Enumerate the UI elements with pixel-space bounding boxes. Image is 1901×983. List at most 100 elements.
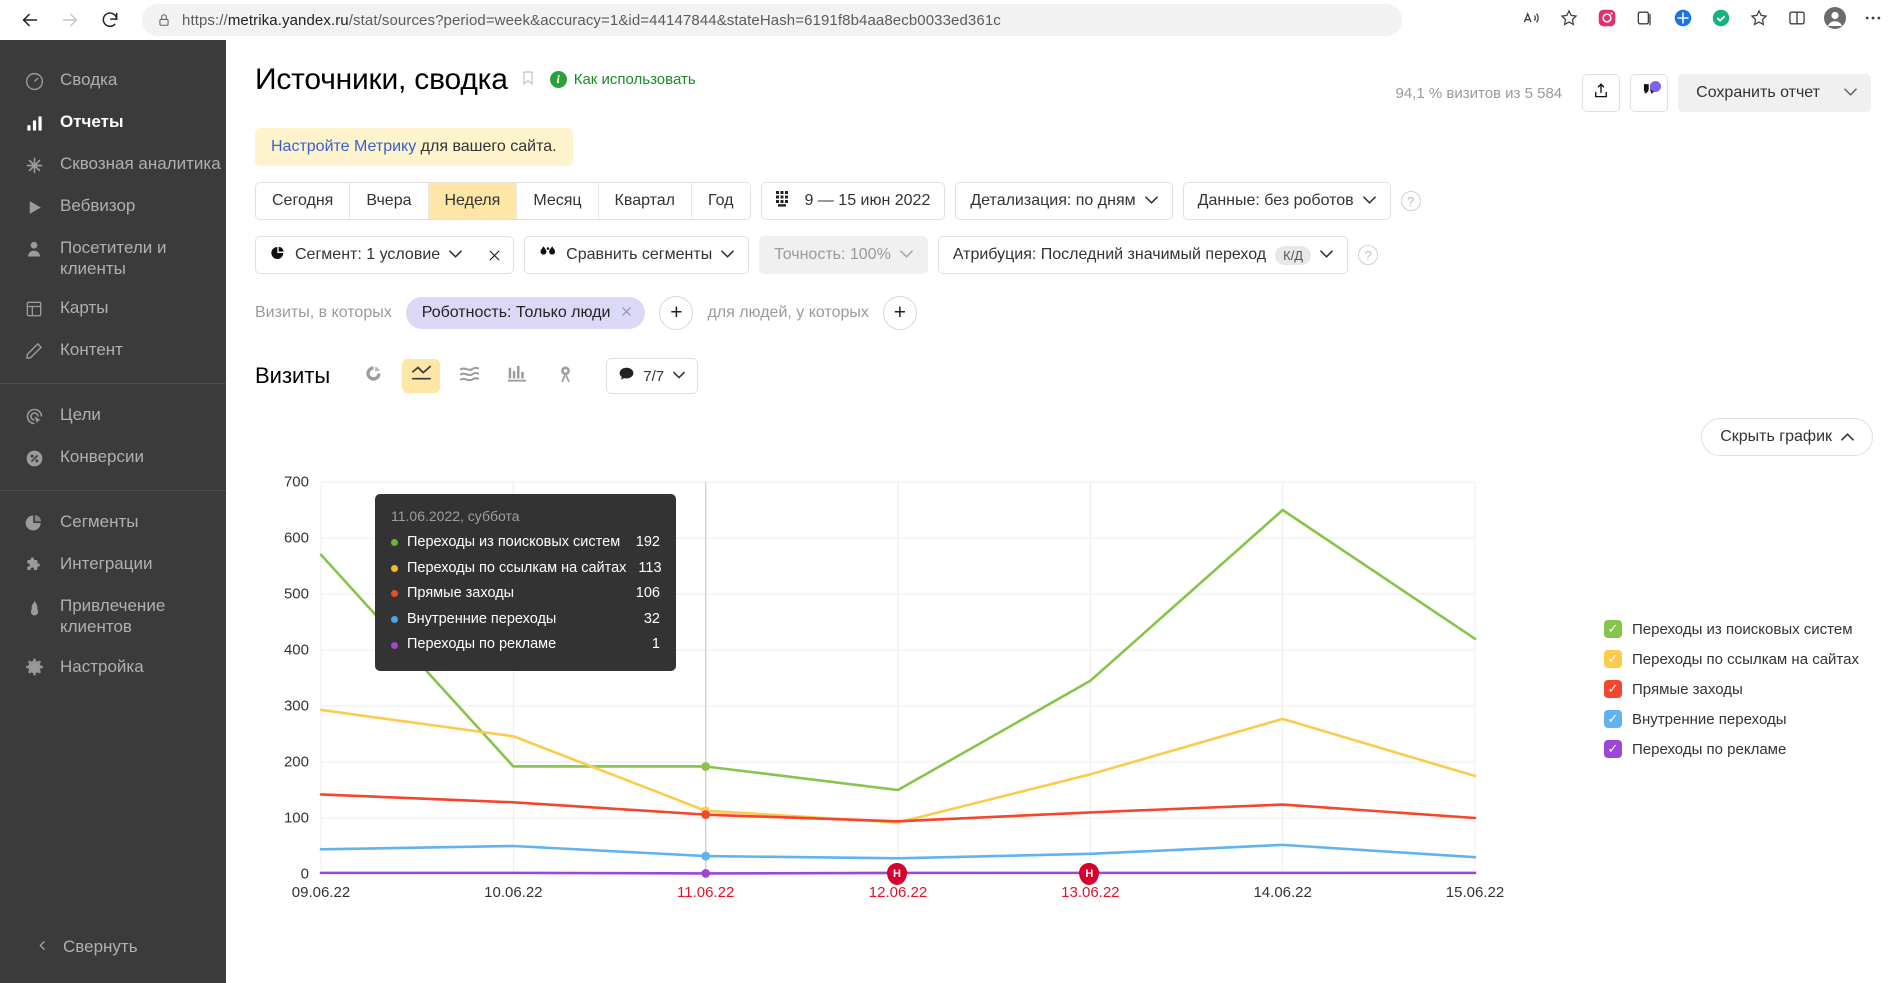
bookmark-icon[interactable] <box>520 68 536 93</box>
share-icon <box>1592 82 1610 105</box>
settings-menu-button[interactable] <box>1855 3 1891 37</box>
view-map-button[interactable] <box>546 359 584 393</box>
play-icon <box>22 195 46 219</box>
sidebar-group-tools: Сегменты Интеграции Привлечение клиентов… <box>0 496 226 694</box>
sidebar-item-vebvizor[interactable]: Вебвизор <box>0 186 226 228</box>
address-bar[interactable]: https://metrika.yandex.ru/stat/sources?p… <box>142 4 1402 36</box>
checkbox-icon[interactable]: ✓ <box>1604 740 1622 758</box>
legend-item-ads[interactable]: ✓ Переходы по рекламе <box>1604 740 1859 758</box>
forward-button[interactable] <box>50 3 90 37</box>
data-source-help-icon[interactable]: ? <box>1400 191 1421 211</box>
back-button[interactable] <box>10 3 50 37</box>
data-source-dropdown[interactable]: Данные: без роботов <box>1182 182 1391 220</box>
donut-chart-icon <box>364 364 383 388</box>
view-bar-chart-button[interactable] <box>498 359 536 393</box>
pie-icon <box>22 511 46 535</box>
checkbox-icon[interactable]: ✓ <box>1604 680 1622 698</box>
data-source-label: Данные: без роботов <box>1197 192 1354 209</box>
profile-button[interactable] <box>1817 3 1853 37</box>
setup-metrika-link[interactable]: Настройте Метрику <box>271 138 416 155</box>
sidebar-item-nastroyka[interactable]: Настройка <box>0 647 226 689</box>
legend-item-direct[interactable]: ✓ Прямые заходы <box>1604 680 1859 698</box>
close-icon[interactable] <box>620 305 633 322</box>
page-header: Источники, сводка i Как использовать 94,… <box>226 40 1901 112</box>
series-color-dot <box>391 641 398 649</box>
checkbox-icon[interactable]: ✓ <box>1604 620 1622 638</box>
chevron-down-icon <box>449 249 463 261</box>
plus-icon: + <box>893 301 907 324</box>
favorite-button[interactable] <box>1551 3 1587 37</box>
compare-segments-dropdown[interactable]: Сравнить сегменты <box>524 236 750 274</box>
legend-item-internal[interactable]: ✓ Внутренние переходы <box>1604 710 1859 728</box>
sidebar-divider <box>0 490 226 492</box>
reload-button[interactable] <box>90 3 130 37</box>
sidebar-item-konversii[interactable]: Конверсии <box>0 437 226 479</box>
detail-level-dropdown[interactable]: Детализация: по дням <box>955 182 1173 220</box>
segment-clear-button[interactable] <box>476 236 515 274</box>
y-axis-tick: 300 <box>283 697 309 715</box>
read-aloud-button[interactable] <box>1513 3 1549 37</box>
sidebar-collapse-button[interactable]: Свернуть <box>0 923 226 983</box>
x-axis-tick: 11.06.22 <box>677 884 735 901</box>
sidebar-item-celi[interactable]: Цели <box>0 395 226 437</box>
extension-blue-button[interactable] <box>1665 3 1701 37</box>
hide-chart-button[interactable]: Скрыть график <box>1701 418 1873 456</box>
attribution-dropdown[interactable]: Атрибуция: Последний значимый переход К/… <box>937 236 1349 274</box>
extension-instagram-button[interactable] <box>1589 3 1625 37</box>
checkbox-icon[interactable]: ✓ <box>1604 710 1622 728</box>
period-button-yesterday[interactable]: Вчера <box>350 183 429 219</box>
view-donut-chart-button[interactable] <box>354 359 392 393</box>
holiday-marker[interactable]: H <box>887 863 909 885</box>
holiday-marker-glyph: H <box>887 863 907 885</box>
period-button-week[interactable]: Неделя <box>428 183 518 219</box>
legend-item-links[interactable]: ✓ Переходы по ссылкам на сайтах <box>1604 650 1859 668</box>
attribution-badge: К/Д <box>1275 245 1312 265</box>
segment-dropdown[interactable]: Сегмент: 1 условие <box>255 236 477 274</box>
add-people-filter-button[interactable]: + <box>882 296 917 330</box>
checkbox-icon[interactable]: ✓ <box>1604 650 1622 668</box>
sidebar-item-kontent[interactable]: Контент <box>0 330 226 372</box>
extension-shield-button[interactable] <box>1703 3 1739 37</box>
visits-line-chart[interactable]: 0 100 200 300 400 500 600 700 09.06.22 10.06.22 1… <box>255 472 1655 952</box>
view-stacked-area-button[interactable] <box>450 359 488 393</box>
sidebar-item-karty[interactable]: Карты <box>0 288 226 330</box>
favorites-bar-button[interactable] <box>1741 3 1777 37</box>
main-content: Источники, сводка i Как использовать 94,… <box>226 40 1901 983</box>
split-screen-button[interactable] <box>1779 3 1815 37</box>
layout-icon <box>22 297 46 321</box>
page-title: Источники, сводка <box>255 63 508 96</box>
chevron-down-icon <box>1844 87 1857 99</box>
legend-item-search[interactable]: ✓ Переходы из поисковых систем <box>1604 620 1859 638</box>
holiday-marker[interactable]: H <box>1079 863 1101 885</box>
period-button-month[interactable]: Месяц <box>517 183 599 219</box>
sidebar-item-segmenty[interactable]: Сегменты <box>0 502 226 544</box>
how-to-use-link[interactable]: i Как использовать <box>549 71 696 88</box>
period-button-today[interactable]: Сегодня <box>256 183 351 219</box>
sidebar-item-label: Посетители и клиенты <box>60 238 167 278</box>
sidebar-item-integracii[interactable]: Интеграции <box>0 544 226 586</box>
sidebar-item-svodka[interactable]: Сводка <box>0 60 226 102</box>
add-visit-filter-button[interactable]: + <box>659 296 694 330</box>
collections-button[interactable] <box>1627 3 1663 37</box>
sidebar-item-label: Вебвизор <box>60 196 136 215</box>
metrics-count-dropdown[interactable]: 7/7 <box>606 358 699 394</box>
sidebar-item-otchety[interactable]: Отчеты <box>0 102 226 144</box>
sidebar-item-privlechenie-klientov[interactable]: Привлечение клиентов <box>0 586 226 646</box>
sidebar-item-label: Настройка <box>60 656 144 676</box>
sidebar-item-label: Сводка <box>60 70 118 89</box>
view-line-chart-button[interactable] <box>402 359 441 393</box>
period-button-year[interactable]: Год <box>692 183 750 219</box>
sidebar-item-posetiteli-i-klienty[interactable]: Посетители и клиенты <box>0 228 226 288</box>
save-report-button[interactable]: Сохранить отчет <box>1678 74 1871 112</box>
y-axis-tick: 500 <box>283 585 309 603</box>
period-button-quarter[interactable]: Квартал <box>598 183 693 219</box>
accuracy-dropdown[interactable]: Точность: 100% <box>759 236 928 274</box>
attribution-help-icon[interactable]: ? <box>1358 245 1379 265</box>
sidebar-item-skvoznaya-analitika[interactable]: Сквозная аналитика <box>0 144 226 186</box>
share-button[interactable] <box>1582 74 1621 112</box>
comments-button[interactable] <box>1630 74 1669 112</box>
filter-chip-robotness[interactable]: Роботность: Только люди <box>405 297 646 329</box>
tooltip-row: Внутренние переходы 32 <box>391 610 660 630</box>
tooltip-series-name: Переходы из поисковых систем <box>407 534 621 550</box>
date-range-picker[interactable]: 9 — 15 июн 2022 <box>760 182 946 220</box>
